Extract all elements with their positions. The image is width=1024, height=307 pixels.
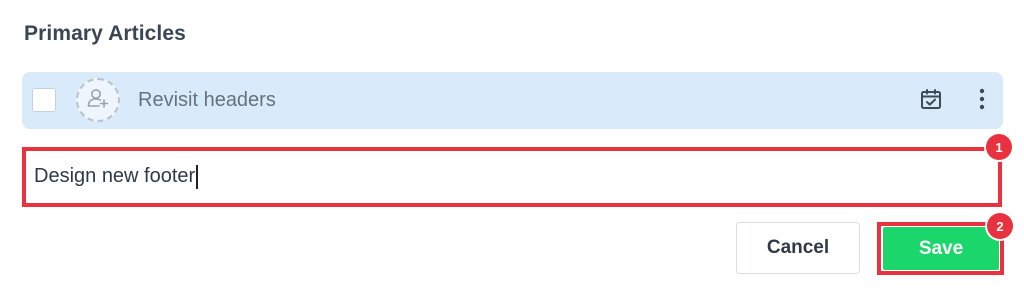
cancel-button[interactable]: Cancel xyxy=(736,222,860,274)
add-user-icon xyxy=(85,85,111,116)
section-title: Primary Articles xyxy=(24,22,186,45)
due-date-button[interactable] xyxy=(918,88,944,114)
task-list-panel: Primary Articles Revisit headers Design … xyxy=(0,0,1024,307)
new-task-input[interactable] xyxy=(22,147,1002,207)
task-title[interactable]: Revisit headers xyxy=(138,89,276,112)
task-row[interactable]: Revisit headers xyxy=(22,72,1003,129)
assign-user-button[interactable] xyxy=(76,78,120,122)
more-vertical-icon xyxy=(978,87,986,116)
more-options-button[interactable] xyxy=(972,88,992,114)
step-badge-1: 1 xyxy=(986,134,1012,160)
save-button[interactable]: Save xyxy=(883,227,999,270)
step-badge-2: 2 xyxy=(987,213,1013,239)
task-checkbox[interactable] xyxy=(32,88,56,112)
calendar-check-icon xyxy=(919,87,943,116)
